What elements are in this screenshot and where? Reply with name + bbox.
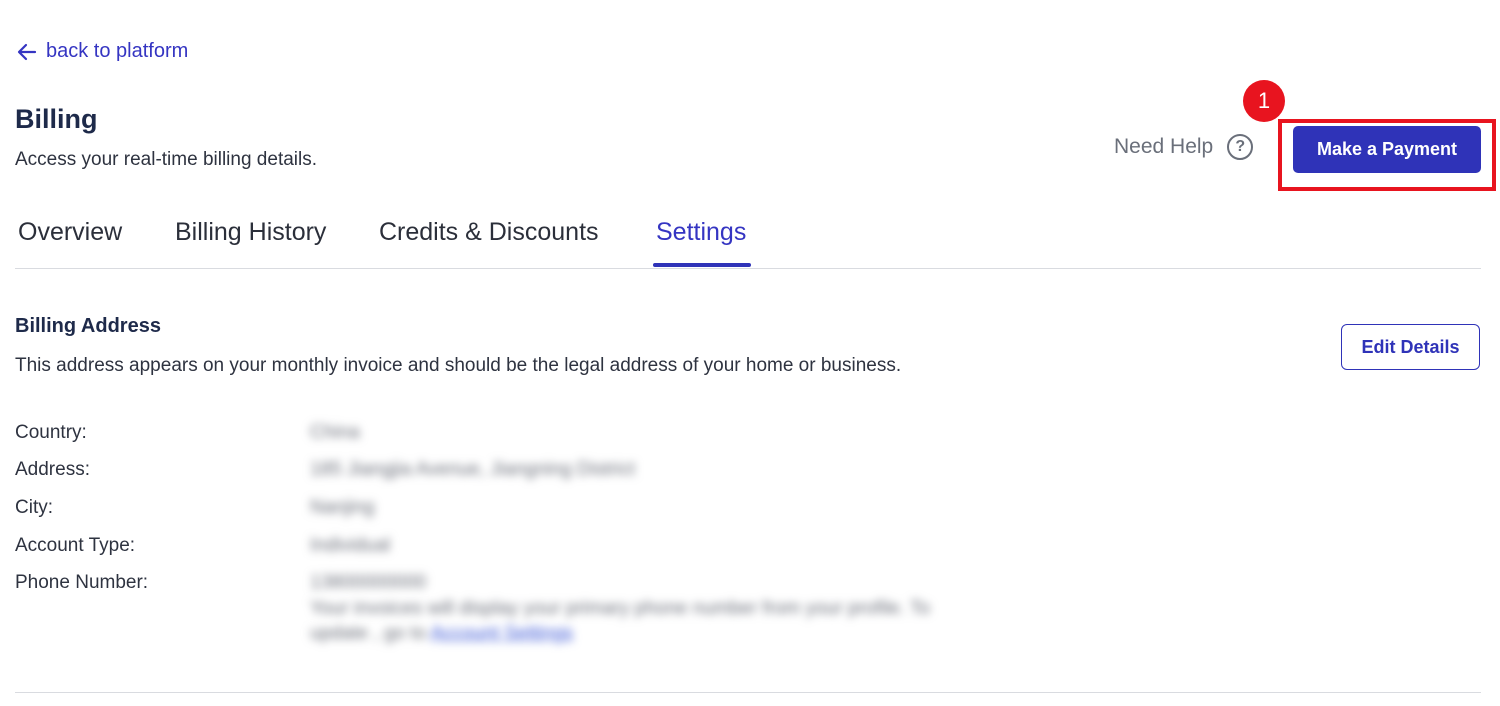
account-settings-link[interactable]: Account Settings (430, 623, 573, 644)
step-badge: 1 (1243, 80, 1285, 122)
active-tab-indicator (653, 263, 751, 267)
phone-note-line2: update , go to Account Settings (310, 623, 573, 645)
section-divider (15, 692, 1481, 693)
account-type-value: Individual (310, 535, 391, 556)
back-link-label: back to platform (46, 40, 189, 62)
tab-overview[interactable]: Overview (18, 218, 122, 247)
country-value: China (310, 422, 360, 443)
tab-billing-history[interactable]: Billing History (175, 218, 326, 247)
billing-tabs: Overview Billing History Credits & Disco… (15, 212, 1481, 269)
country-label: Country: (15, 422, 87, 443)
account-type-label: Account Type: (15, 535, 136, 556)
back-to-platform-link[interactable]: back to platform (16, 40, 188, 63)
address-label: Address: (15, 459, 90, 480)
phone-note-line1: Your invoices will display your primary … (310, 598, 930, 619)
need-help-link[interactable]: Need Help ? (1114, 134, 1254, 160)
phone-number-label: Phone Number: (15, 572, 149, 593)
city-value: Nanjing (310, 497, 375, 518)
need-help-label: Need Help (1114, 135, 1214, 158)
edit-details-button[interactable]: Edit Details (1341, 324, 1480, 370)
billing-page: back to platform Billing Access your rea… (0, 0, 1500, 706)
billing-address-title: Billing Address (15, 315, 161, 337)
tab-credits-discounts[interactable]: Credits & Discounts (379, 218, 599, 247)
make-payment-button[interactable]: Make a Payment (1293, 126, 1481, 173)
page-title: Billing (15, 104, 98, 134)
tab-settings[interactable]: Settings (656, 218, 746, 247)
arrow-left-icon (16, 41, 38, 63)
address-value: 185 Jiangjia Avenue, Jiangning District (310, 459, 635, 480)
city-label: City: (15, 497, 53, 518)
page-subtitle: Access your real-time billing details. (15, 149, 318, 170)
question-circle-icon: ? (1227, 134, 1254, 160)
billing-address-description: This address appears on your monthly inv… (15, 355, 902, 376)
phone-number-value: 13800000000 (310, 572, 427, 593)
phone-note-prefix: update , go to (310, 623, 427, 644)
